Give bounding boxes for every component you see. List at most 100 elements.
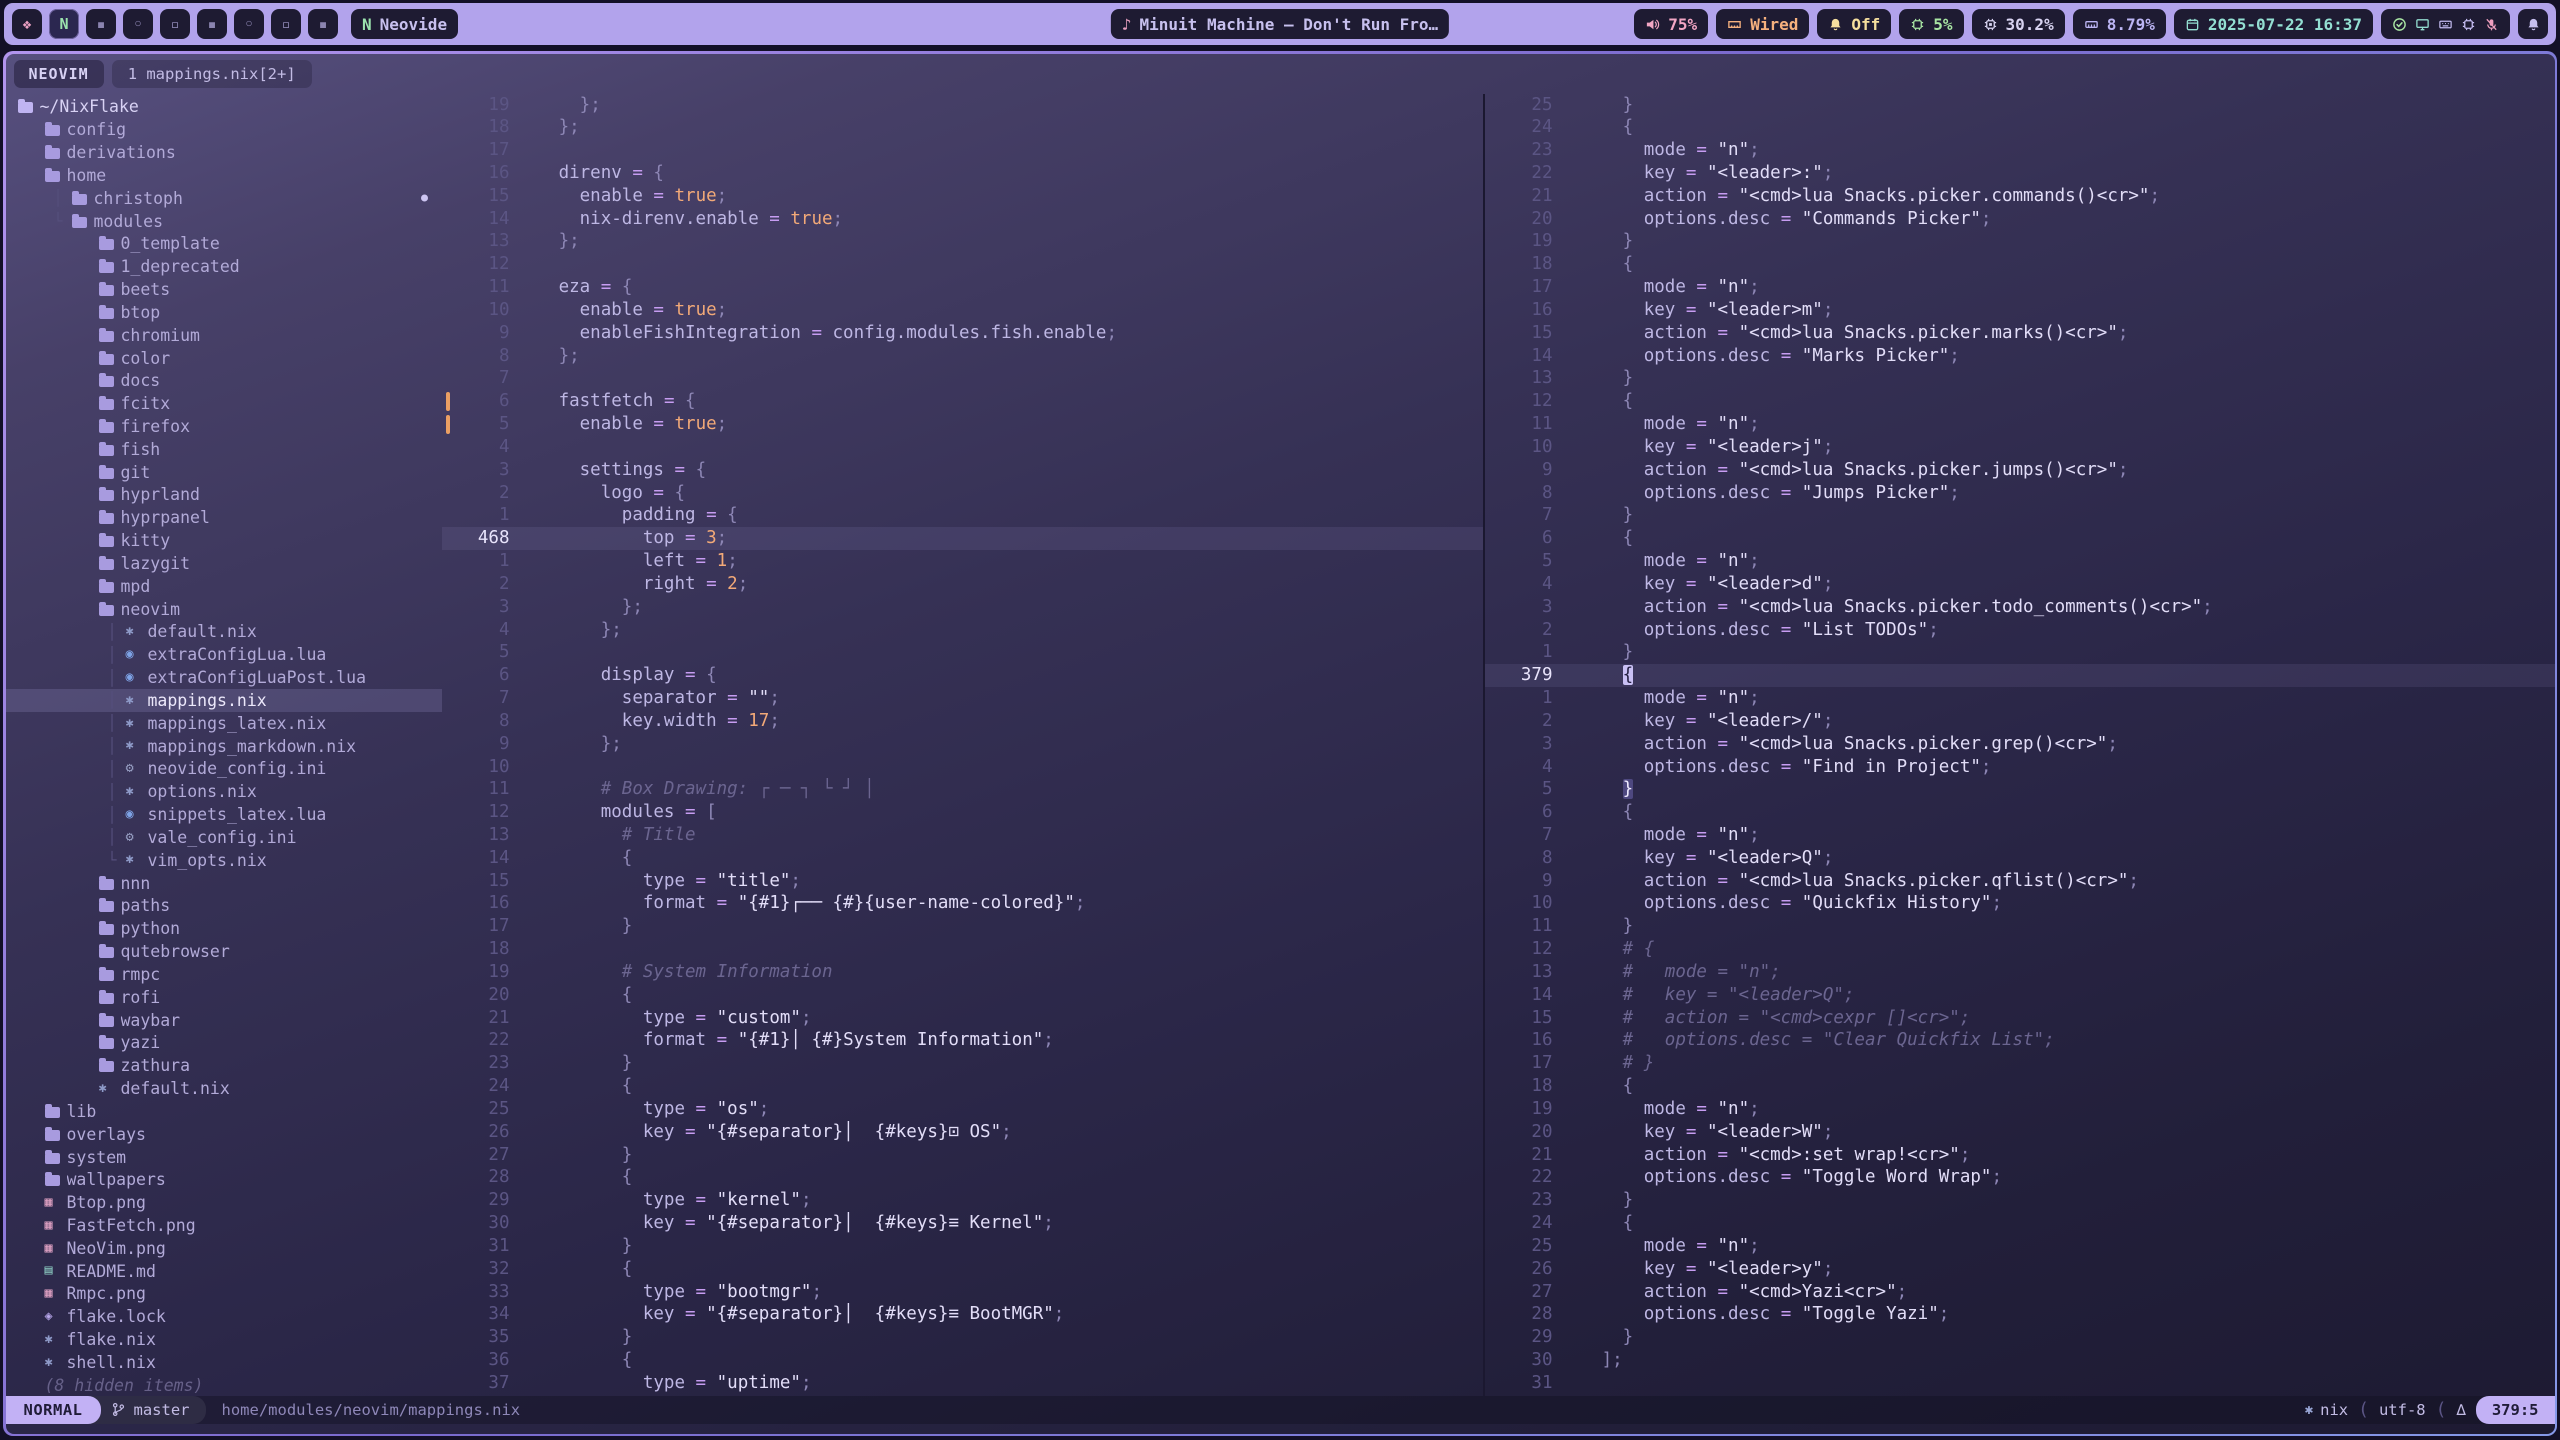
- tree-item-system[interactable]: system: [6, 1146, 442, 1169]
- code-line[interactable]: 6 fastfetch = {: [442, 390, 1483, 413]
- code-line[interactable]: 22 options.desc = "Toggle Word Wrap";: [1485, 1166, 2555, 1189]
- tree-item-mappings_markdown.nix[interactable]: │✱mappings_markdown.nix: [6, 735, 442, 758]
- code-line[interactable]: 29 type = "kernel";: [442, 1189, 1483, 1212]
- tree-item-git[interactable]: git: [6, 461, 442, 484]
- code-line[interactable]: 28 options.desc = "Toggle Yazi";: [1485, 1303, 2555, 1326]
- code-line[interactable]: 3 };: [442, 596, 1483, 619]
- memory-module[interactable]: 8.79%: [2073, 9, 2166, 39]
- tree-item-snippets_latex.lua[interactable]: │◉snippets_latex.lua: [6, 803, 442, 826]
- code-line[interactable]: 8 key.width = 17;: [442, 710, 1483, 733]
- code-line[interactable]: 1 mode = "n";: [1485, 687, 2555, 710]
- code-line[interactable]: 2 key = "<leader>/";: [1485, 710, 2555, 733]
- code-line[interactable]: 15 action = "<cmd>lua Snacks.picker.mark…: [1485, 322, 2555, 345]
- tree-item-FastFetch.png[interactable]: ▦FastFetch.png: [6, 1214, 442, 1237]
- tree-item-color[interactable]: color: [6, 347, 442, 370]
- code-line[interactable]: 1 }: [1485, 641, 2555, 664]
- code-line[interactable]: 24 {: [1485, 116, 2555, 139]
- notifications-module[interactable]: Off: [1817, 9, 1891, 39]
- code-line[interactable]: 5 }: [1485, 778, 2555, 801]
- code-line[interactable]: 4: [442, 436, 1483, 459]
- tab-mappings-nix[interactable]: 1 mappings.nix[2+]: [112, 60, 312, 88]
- code-line[interactable]: 26 key = "<leader>y";: [1485, 1258, 2555, 1281]
- code-line[interactable]: 3 settings = {: [442, 459, 1483, 482]
- code-line[interactable]: 5 enable = true;: [442, 413, 1483, 436]
- code-line[interactable]: 14 nix-direnv.enable = true;: [442, 208, 1483, 231]
- tree-item-docs[interactable]: docs: [6, 369, 442, 392]
- tree-item-README.md[interactable]: ▤README.md: [6, 1260, 442, 1283]
- code-line[interactable]: 15 # action = "<cmd>cexpr []<cr>";: [1485, 1007, 2555, 1030]
- code-line[interactable]: 12 {: [1485, 390, 2555, 413]
- code-line[interactable]: 25 type = "os";: [442, 1098, 1483, 1121]
- code-line[interactable]: 4 };: [442, 619, 1483, 642]
- media-player-widget[interactable]: ♪ Minuit Machine – Don't Run Fro…: [1111, 9, 1449, 39]
- tree-item-paths[interactable]: paths: [6, 894, 442, 917]
- tree-item-Btop.png[interactable]: ▦Btop.png: [6, 1191, 442, 1214]
- code-line[interactable]: 13 # mode = "n";: [1485, 961, 2555, 984]
- tree-item-beets[interactable]: beets: [6, 278, 442, 301]
- tree-item-rmpc[interactable]: rmpc: [6, 963, 442, 986]
- code-line[interactable]: 11 mode = "n";: [1485, 413, 2555, 436]
- tree-item-home[interactable]: home: [6, 164, 442, 187]
- code-line[interactable]: 27 }: [442, 1144, 1483, 1167]
- code-line[interactable]: 16 direnv = {: [442, 162, 1483, 185]
- tree-item-nnn[interactable]: nnn: [6, 872, 442, 895]
- code-line[interactable]: 12: [442, 253, 1483, 276]
- tree-item-derivations[interactable]: derivations: [6, 141, 442, 164]
- tree-item-lib[interactable]: lib: [6, 1100, 442, 1123]
- code-line[interactable]: 13 # Title: [442, 824, 1483, 847]
- code-line[interactable]: 14 options.desc = "Marks Picker";: [1485, 345, 2555, 368]
- tree-item-modules[interactable]: └modules: [6, 210, 442, 233]
- code-line[interactable]: 28 {: [442, 1166, 1483, 1189]
- workspace-button-4[interactable]: ◦: [123, 9, 153, 39]
- code-line[interactable]: 1 left = 1;: [442, 550, 1483, 573]
- network-module[interactable]: Wired: [1716, 9, 1809, 39]
- code-line[interactable]: 22 key = "<leader>:";: [1485, 162, 2555, 185]
- code-line[interactable]: 30 key = "{#separator}│ {#keys}≡ Kernel"…: [442, 1212, 1483, 1235]
- code-line[interactable]: 9 action = "<cmd>lua Snacks.picker.jumps…: [1485, 459, 2555, 482]
- system-tray[interactable]: [2381, 9, 2510, 39]
- code-line[interactable]: 17 # }: [1485, 1052, 2555, 1075]
- code-line[interactable]: 27 action = "<cmd>Yazi<cr>";: [1485, 1281, 2555, 1304]
- code-line[interactable]: 20 options.desc = "Commands Picker";: [1485, 208, 2555, 231]
- code-line[interactable]: 26 key = "{#separator}│ {#keys}⊡ OS";: [442, 1121, 1483, 1144]
- code-line[interactable]: 6 display = {: [442, 664, 1483, 687]
- tree-item-qutebrowser[interactable]: qutebrowser: [6, 940, 442, 963]
- code-line[interactable]: 1 padding = {: [442, 504, 1483, 527]
- code-line[interactable]: 31: [1485, 1372, 2555, 1395]
- tree-item-fcitx[interactable]: fcitx: [6, 392, 442, 415]
- code-line[interactable]: 25 mode = "n";: [1485, 1235, 2555, 1258]
- tree-item-hyprpanel[interactable]: hyprpanel: [6, 506, 442, 529]
- code-line[interactable]: 11 # Box Drawing: ┌ ─ ┐ └ ┘ │: [442, 778, 1483, 801]
- tree-item-rofi[interactable]: rofi: [6, 986, 442, 1009]
- code-line[interactable]: 7 }: [1485, 504, 2555, 527]
- tree-item-christoph[interactable]: │christoph: [6, 187, 442, 210]
- tree-item-extraConfigLua.lua[interactable]: │◉extraConfigLua.lua: [6, 643, 442, 666]
- tree-item-vale_config.ini[interactable]: │⚙vale_config.ini: [6, 826, 442, 849]
- tree-item-lazygit[interactable]: lazygit: [6, 552, 442, 575]
- tree-item-mpd[interactable]: mpd: [6, 575, 442, 598]
- code-line[interactable]: 18 {: [1485, 253, 2555, 276]
- tree-item-fish[interactable]: fish: [6, 438, 442, 461]
- code-line[interactable]: 2 right = 2;: [442, 573, 1483, 596]
- code-line[interactable]: 24 {: [442, 1075, 1483, 1098]
- code-line[interactable]: 36 {: [442, 1349, 1483, 1372]
- editor-right[interactable]: 25 }24 {23 mode = "n";22 key = "<leader>…: [1485, 94, 2555, 1396]
- code-line[interactable]: 16 # options.desc = "Clear Quickfix List…: [1485, 1029, 2555, 1052]
- gpu-module[interactable]: 5%: [1899, 9, 1963, 39]
- code-line[interactable]: 7: [442, 367, 1483, 390]
- code-line[interactable]: 7 mode = "n";: [1485, 824, 2555, 847]
- mic-muted-icon[interactable]: [2484, 17, 2499, 32]
- tree-item-flake.lock[interactable]: ◈flake.lock: [6, 1305, 442, 1328]
- code-line[interactable]: 8 options.desc = "Jumps Picker";: [1485, 482, 2555, 505]
- code-line[interactable]: 6 {: [1485, 527, 2555, 550]
- workspace-button-7[interactable]: ◦: [234, 9, 264, 39]
- code-line[interactable]: 2 options.desc = "List TODOs";: [1485, 619, 2555, 642]
- tree-item-neovide_config.ini[interactable]: │⚙neovide_config.ini: [6, 758, 442, 781]
- code-line[interactable]: 18: [442, 938, 1483, 961]
- focused-app-badge[interactable]: N Neovide: [351, 9, 458, 39]
- code-line[interactable]: 31 }: [442, 1235, 1483, 1258]
- tree-item-Rmpc.png[interactable]: ▦Rmpc.png: [6, 1283, 442, 1306]
- code-line[interactable]: 12 modules = [: [442, 801, 1483, 824]
- code-line[interactable]: 9 action = "<cmd>lua Snacks.picker.qflis…: [1485, 870, 2555, 893]
- tree-item-1_deprecated[interactable]: 1_deprecated: [6, 255, 442, 278]
